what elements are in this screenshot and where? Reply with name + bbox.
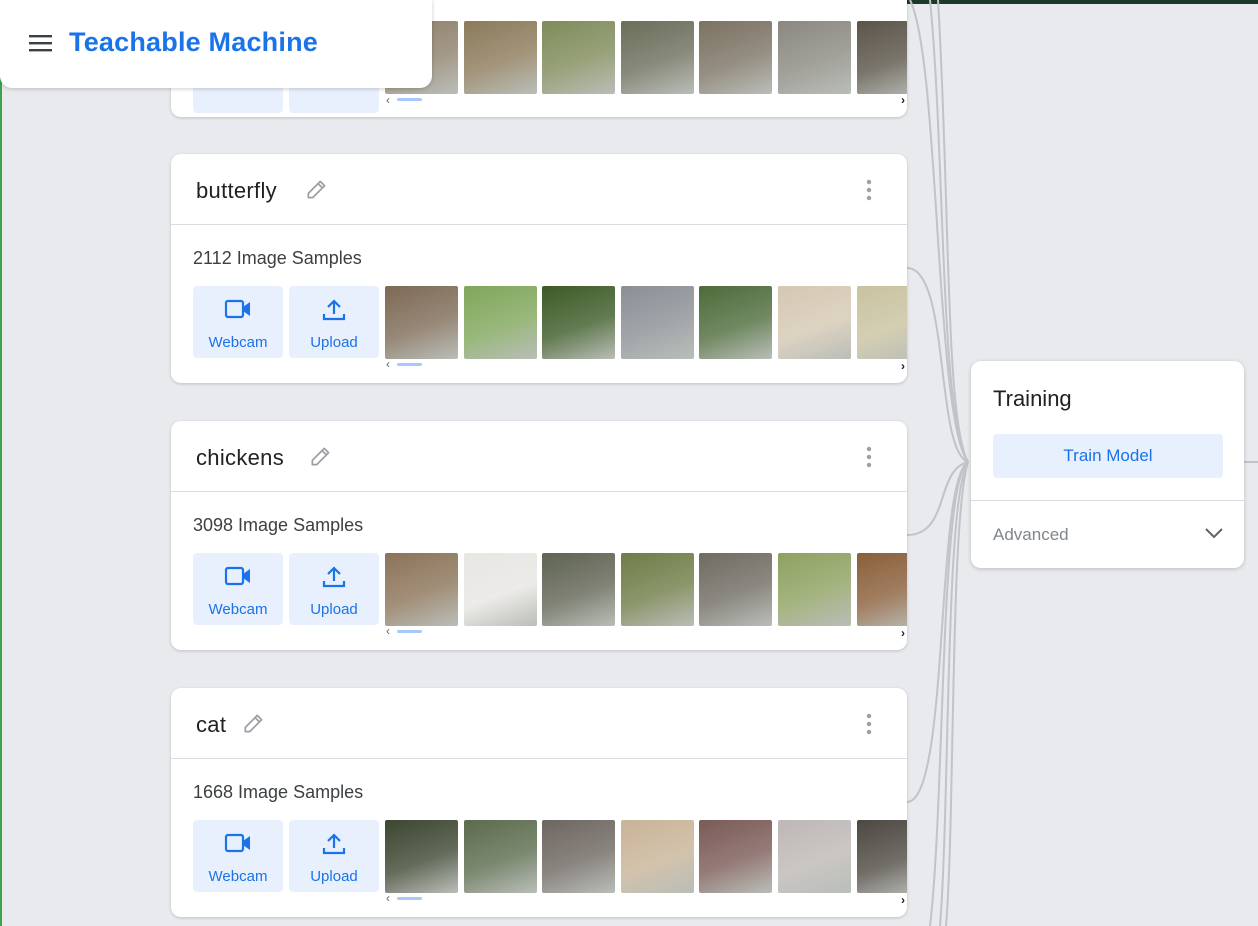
upload-icon (322, 566, 346, 588)
scroll-right-arrow[interactable]: › (901, 894, 905, 906)
sample-thumbnail[interactable] (778, 820, 851, 893)
videocam-icon (224, 299, 250, 319)
scroll-right-arrow[interactable]: › (901, 94, 905, 106)
card-header: cat (171, 688, 907, 759)
scrollbar-thumb[interactable] (397, 363, 422, 366)
card-header: chickens (171, 421, 907, 492)
sample-thumbnail[interactable] (620, 286, 694, 359)
scroll-right-arrow[interactable]: › (901, 360, 905, 372)
sample-thumbnail[interactable] (542, 21, 616, 94)
scrollbar-thumb[interactable] (397, 897, 422, 900)
sample-thumbnail[interactable] (542, 286, 616, 359)
sample-thumbnail[interactable] (778, 553, 851, 626)
divider (971, 500, 1244, 501)
app-title[interactable]: Teachable Machine (69, 27, 318, 58)
videocam-icon (224, 566, 250, 586)
videocam-icon (224, 833, 250, 853)
card-body: 1668 Image Samples Webcam Upload ‹ › (171, 759, 907, 917)
upload-button[interactable]: Upload (289, 820, 379, 892)
train-model-button[interactable]: Train Model (993, 434, 1223, 478)
card-body: 3098 Image Samples Webcam Upload ‹ › (171, 492, 907, 650)
chevron-down-icon[interactable] (1204, 527, 1224, 539)
scrollbar-thumb[interactable] (397, 98, 422, 101)
pencil-icon[interactable] (304, 176, 330, 202)
sample-thumbnail[interactable] (385, 286, 458, 359)
sample-count: 1668 Image Samples (193, 782, 364, 802)
sample-thumbnail[interactable] (620, 820, 694, 893)
class-card: cat 1668 Image Samples Webcam Upload ‹ › (171, 688, 907, 917)
sample-thumbnail[interactable] (463, 21, 537, 94)
sample-thumbnail[interactable] (856, 286, 907, 359)
sample-thumbnail[interactable] (542, 820, 616, 893)
webcam-button[interactable]: Webcam (193, 553, 283, 625)
sample-thumbnail[interactable] (542, 553, 616, 626)
sample-count: 3098 Image Samples (193, 515, 364, 535)
class-card: chickens 3098 Image Samples Webcam Uploa… (171, 421, 907, 650)
card-header: butterfly (171, 154, 907, 225)
more-vert-icon[interactable] (859, 712, 879, 736)
more-vert-icon[interactable] (859, 178, 879, 202)
class-name[interactable]: cat (196, 712, 226, 738)
sample-thumbnail[interactable] (856, 553, 907, 626)
sample-thumbnail[interactable] (778, 286, 851, 359)
scrollbar-thumb[interactable] (397, 630, 422, 633)
sample-thumbnail[interactable] (699, 286, 773, 359)
training-panel: Training Train Model Advanced (971, 361, 1244, 568)
sample-thumbnail[interactable] (856, 820, 907, 893)
sample-thumbnails (385, 21, 907, 94)
class-name[interactable]: chickens (196, 445, 284, 471)
sample-thumbnail[interactable] (699, 21, 773, 94)
sample-thumbnail[interactable] (856, 21, 907, 94)
menu-icon[interactable] (29, 34, 53, 52)
sample-thumbnail[interactable] (620, 553, 694, 626)
webcam-button[interactable]: Webcam (193, 820, 283, 892)
sample-thumbnail[interactable] (463, 286, 537, 359)
sample-thumbnails (385, 286, 907, 359)
upload-button[interactable]: Upload (289, 553, 379, 625)
advanced-toggle[interactable]: Advanced (993, 525, 1069, 545)
pencil-icon[interactable] (308, 443, 334, 469)
class-card: butterfly 2112 Image Samples Webcam Uplo… (171, 154, 907, 383)
sample-thumbnail[interactable] (385, 553, 458, 626)
scroll-left-arrow[interactable]: ‹ (386, 892, 390, 904)
upload-icon (322, 833, 346, 855)
scroll-left-arrow[interactable]: ‹ (386, 358, 390, 370)
webcam-button[interactable]: Webcam (193, 286, 283, 358)
sample-thumbnail[interactable] (699, 820, 773, 893)
sample-thumbnail[interactable] (463, 820, 537, 893)
class-name[interactable]: butterfly (196, 178, 277, 204)
sample-count: 2112 Image Samples (193, 248, 362, 268)
card-body: 2112 Image Samples Webcam Upload ‹ › (171, 225, 907, 383)
sample-thumbnail[interactable] (620, 21, 694, 94)
sample-thumbnail[interactable] (778, 21, 851, 94)
scroll-left-arrow[interactable]: ‹ (386, 94, 390, 106)
scroll-left-arrow[interactable]: ‹ (386, 625, 390, 637)
sample-thumbnail[interactable] (463, 553, 537, 626)
more-vert-icon[interactable] (859, 445, 879, 469)
upload-icon (322, 299, 346, 321)
sample-thumbnails (385, 820, 907, 893)
upload-button[interactable]: Upload (289, 286, 379, 358)
sample-thumbnail[interactable] (385, 820, 458, 893)
sample-thumbnail[interactable] (699, 553, 773, 626)
pencil-icon[interactable] (241, 710, 267, 736)
app-header: Teachable Machine (0, 0, 432, 88)
scroll-right-arrow[interactable]: › (901, 627, 905, 639)
sample-thumbnails (385, 553, 907, 626)
training-title: Training (993, 386, 1072, 411)
